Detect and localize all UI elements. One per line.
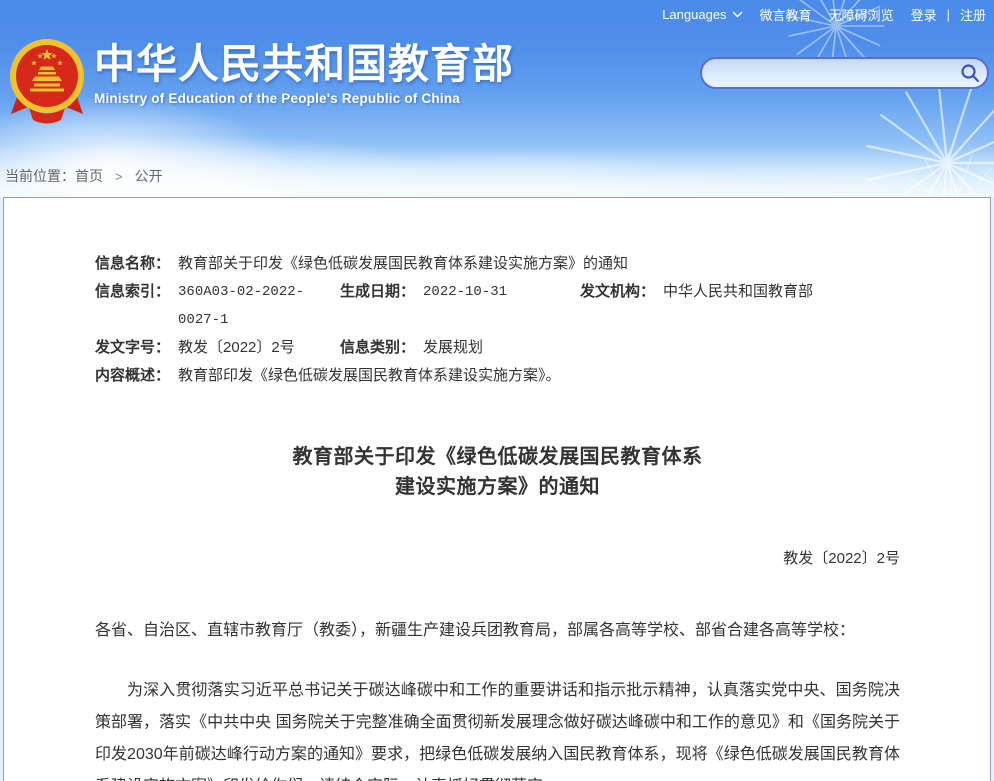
meta-field-category: 信息类别： 发展规划 xyxy=(340,334,483,362)
breadcrumb-section-gongkai[interactable]: 公开 xyxy=(135,168,163,184)
topbar-link-login[interactable]: 登录 xyxy=(911,5,937,24)
meta-value: 360A03-02-2022-0027-1 xyxy=(178,278,340,334)
meta-label: 内容概述： xyxy=(95,362,170,390)
meta-label: 信息索引： xyxy=(95,278,170,334)
topbar-link-register[interactable]: 注册 xyxy=(960,5,986,24)
meta-row: 信息名称： 教育部关于印发《绿色低碳发展国民教育体系建设实施方案》的通知 xyxy=(95,250,900,278)
search-bar xyxy=(700,57,989,89)
chevron-down-icon xyxy=(732,11,743,18)
site-header: Languages 微言教育 无障碍浏览 登录 | 注册 xyxy=(0,0,994,197)
document-title: 教育部关于印发《绿色低碳发展国民教育体系 建设实施方案》的通知 xyxy=(95,442,900,502)
meta-field-date: 生成日期： 2022-10-31 xyxy=(340,278,580,334)
topbar-link-weiyan-edu[interactable]: 微言教育 xyxy=(760,5,812,24)
meta-value: 教育部关于印发《绿色低碳发展国民教育体系建设实施方案》的通知 xyxy=(178,250,628,278)
meta-field-title: 信息名称： 教育部关于印发《绿色低碳发展国民教育体系建设实施方案》的通知 xyxy=(95,250,628,278)
search-icon xyxy=(960,63,980,83)
search-input[interactable] xyxy=(702,59,953,87)
logo-block: 中华人民共和国教育部 Ministry of Education of the … xyxy=(8,36,514,124)
site-title: 中华人民共和国教育部 xyxy=(94,42,514,87)
document-number: 教发〔2022〕2号 xyxy=(95,547,900,568)
meta-label: 生成日期： xyxy=(340,278,415,334)
meta-value: 教发〔2022〕2号 xyxy=(178,334,295,362)
document-title-line1: 教育部关于印发《绿色低碳发展国民教育体系 xyxy=(95,442,900,472)
document-paragraph: 为深入贯彻落实习近平总书记关于碳达峰碳中和工作的重要讲话和指示批示精神，认真落实… xyxy=(95,675,900,781)
language-menu-label: Languages xyxy=(662,7,726,22)
meta-row: 发文字号： 教发〔2022〕2号 信息类别： 发展规划 xyxy=(95,334,900,362)
search-button[interactable] xyxy=(953,59,987,87)
meta-field-agency: 发文机构： 中华人民共和国教育部 xyxy=(580,278,813,334)
meta-value: 2022-10-31 xyxy=(423,278,507,334)
breadcrumb-label: 当前位置： xyxy=(5,168,75,184)
breadcrumb: 当前位置：首页 > 公开 xyxy=(5,166,163,186)
topbar: Languages 微言教育 无障碍浏览 登录 | 注册 xyxy=(662,5,986,24)
breadcrumb-separator: > xyxy=(115,169,123,184)
meta-label: 信息类别： xyxy=(340,334,415,362)
meta-value: 中华人民共和国教育部 xyxy=(663,278,813,334)
page: Languages 微言教育 无障碍浏览 登录 | 注册 xyxy=(0,0,994,781)
meta-row: 信息索引： 360A03-02-2022-0027-1 生成日期： 2022-1… xyxy=(95,278,900,334)
document-card: 信息名称： 教育部关于印发《绿色低碳发展国民教育体系建设实施方案》的通知 信息索… xyxy=(3,197,991,781)
meta-field-docnumber: 发文字号： 教发〔2022〕2号 xyxy=(95,334,340,362)
document-meta-table: 信息名称： 教育部关于印发《绿色低碳发展国民教育体系建设实施方案》的通知 信息索… xyxy=(95,250,900,390)
meta-value: 发展规划 xyxy=(423,334,483,362)
document-salutation: 各省、自治区、直辖市教育厅（教委），新疆生产建设兵团教育局，部属各高等学校、部省… xyxy=(95,615,900,647)
meta-field-index: 信息索引： 360A03-02-2022-0027-1 xyxy=(95,278,340,334)
meta-field-summary: 内容概述： 教育部印发《绿色低碳发展国民教育体系建设实施方案》。 xyxy=(95,362,561,390)
document-title-line2: 建设实施方案》的通知 xyxy=(95,472,900,502)
national-emblem-logo xyxy=(8,36,86,124)
meta-row: 内容概述： 教育部印发《绿色低碳发展国民教育体系建设实施方案》。 xyxy=(95,362,900,390)
meta-label: 发文机构： xyxy=(580,278,655,334)
topbar-separator: | xyxy=(947,7,950,22)
meta-label: 信息名称： xyxy=(95,250,170,278)
language-menu[interactable]: Languages xyxy=(662,7,742,22)
meta-value: 教育部印发《绿色低碳发展国民教育体系建设实施方案》。 xyxy=(178,362,561,390)
site-subtitle: Ministry of Education of the People's Re… xyxy=(94,91,514,106)
breadcrumb-home[interactable]: 首页 xyxy=(75,168,103,184)
meta-label: 发文字号： xyxy=(95,334,170,362)
topbar-link-accessibility[interactable]: 无障碍浏览 xyxy=(829,5,894,24)
